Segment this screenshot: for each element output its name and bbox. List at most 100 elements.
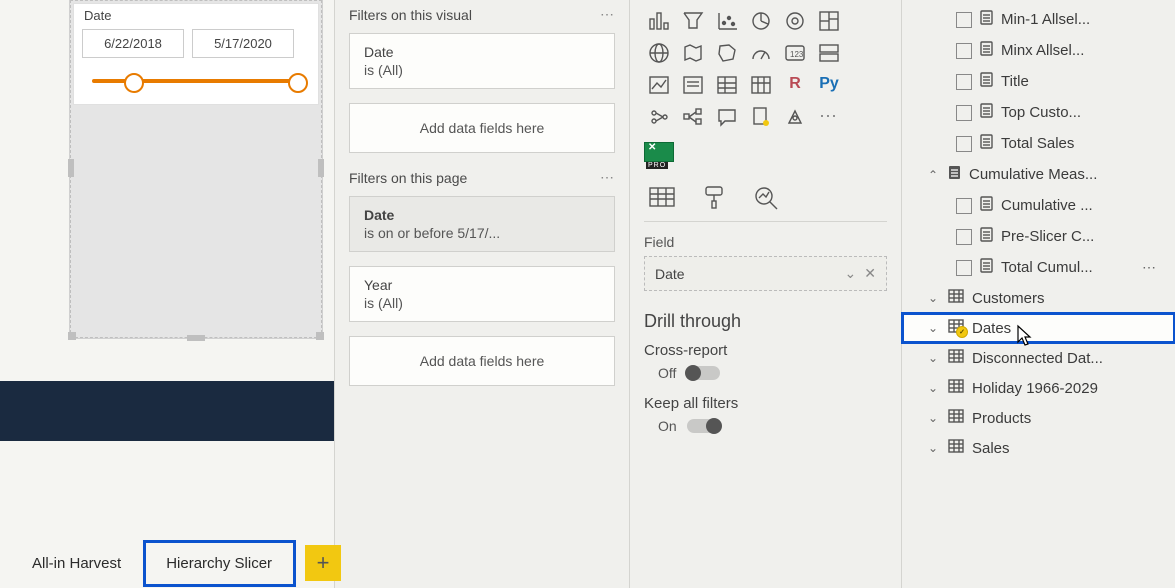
viz-decomposition-icon[interactable]	[678, 102, 708, 130]
viz-table-icon[interactable]	[712, 70, 742, 98]
field-well-date[interactable]: Date ⌄ ✕	[644, 256, 887, 291]
in-use-indicator-icon: ✓	[956, 326, 968, 338]
filter-drop-page[interactable]: Add data fields here	[349, 336, 615, 386]
table-header-sales[interactable]: ⌄ Sales	[902, 433, 1175, 463]
table-icon	[948, 349, 964, 367]
field-more-icon[interactable]: ⋯	[1142, 259, 1157, 276]
table-header-dates[interactable]: ⌄ ✓ Dates	[902, 313, 1175, 343]
tab-all-in-harvest[interactable]: All-in Harvest	[10, 541, 144, 586]
measure-icon	[980, 72, 993, 91]
viz-python-icon[interactable]: Py	[814, 70, 844, 98]
remove-field-icon[interactable]: ✕	[864, 265, 876, 282]
filters-on-page-header: Filters on this page	[349, 170, 467, 186]
chevron-down-icon[interactable]: ⌄	[926, 441, 940, 455]
field-item[interactable]: Minx Allsel...	[902, 35, 1175, 66]
filters-visual-more-icon[interactable]: ⋯	[600, 6, 615, 23]
viz-map-icon[interactable]	[644, 38, 674, 66]
filter-card-year-page[interactable]: Year is (All)	[349, 266, 615, 322]
table-header-products[interactable]: ⌄ Products	[902, 403, 1175, 433]
measure-icon	[980, 10, 993, 29]
tab-hierarchy-slicer[interactable]: Hierarchy Slicer	[144, 541, 295, 586]
keep-filters-toggle[interactable]	[687, 419, 721, 433]
field-item[interactable]: Pre-Slicer C...	[902, 221, 1175, 252]
checkbox[interactable]	[956, 105, 972, 121]
analytics-tab-icon[interactable]	[752, 184, 780, 213]
resize-handle-bl[interactable]	[68, 332, 76, 340]
viz-arcgis-icon[interactable]	[780, 102, 810, 130]
field-item[interactable]: Min-1 Allsel...	[902, 4, 1175, 35]
checkbox[interactable]	[956, 136, 972, 152]
range-knob-end[interactable]	[288, 73, 308, 93]
viz-slicer-icon[interactable]	[678, 70, 708, 98]
viz-card-icon[interactable]: 123	[780, 38, 810, 66]
chevron-up-icon[interactable]: ⌃	[926, 168, 940, 182]
checkbox[interactable]	[956, 198, 972, 214]
table-header-customers[interactable]: ⌄ Customers	[902, 283, 1175, 313]
measure-group-icon	[948, 165, 961, 184]
viz-filled-map-icon[interactable]	[678, 38, 708, 66]
viz-column-chart-icon[interactable]	[644, 6, 674, 34]
viz-matrix-icon[interactable]	[746, 70, 776, 98]
field-item[interactable]: Cumulative ...	[902, 190, 1175, 221]
resize-handle-left[interactable]	[68, 159, 74, 177]
zebrabi-pro-visual-icon[interactable]: PRO	[644, 140, 674, 164]
table-header-disconnected[interactable]: ⌄ Disconnected Dat...	[902, 343, 1175, 373]
measure-icon	[980, 103, 993, 122]
table-label: Disconnected Dat...	[972, 350, 1103, 367]
viz-scatter-icon[interactable]	[712, 6, 742, 34]
viz-funnel-icon[interactable]	[678, 6, 708, 34]
checkbox[interactable]	[956, 74, 972, 90]
field-item[interactable]: Top Custo...	[902, 97, 1175, 128]
viz-gauge-icon[interactable]	[746, 38, 776, 66]
chevron-down-icon[interactable]: ⌄	[926, 351, 940, 365]
viz-multirow-icon[interactable]	[814, 38, 844, 66]
fields-tab-icon[interactable]	[648, 184, 676, 213]
checkbox[interactable]	[956, 229, 972, 245]
filter-drop-visual[interactable]: Add data fields here	[349, 103, 615, 153]
format-tab-icon[interactable]	[700, 184, 728, 213]
table-header-cumulative[interactable]: ⌃ Cumulative Meas...	[902, 159, 1175, 190]
checkbox[interactable]	[956, 260, 972, 276]
viz-more-icon[interactable]: ⋯	[814, 102, 844, 130]
viz-donut-icon[interactable]	[780, 6, 810, 34]
viz-shape-map-icon[interactable]	[712, 38, 742, 66]
viz-treemap-icon[interactable]	[814, 6, 844, 34]
table-label: Customers	[972, 290, 1045, 307]
viz-key-influencers-icon[interactable]	[644, 102, 674, 130]
viz-r-script-icon[interactable]: R	[780, 70, 810, 98]
field-item-total-cumul[interactable]: Total Cumul... ⋯	[902, 252, 1175, 283]
chevron-down-icon[interactable]: ⌄	[845, 265, 857, 282]
viz-pie-icon[interactable]	[746, 6, 776, 34]
filter-card-date-page[interactable]: Date is on or before 5/17/...	[349, 196, 615, 252]
checkbox[interactable]	[956, 12, 972, 28]
field-label: Pre-Slicer C...	[1001, 228, 1094, 245]
measure-icon	[980, 227, 993, 246]
date-slicer-visual[interactable]: Date 6/22/2018 5/17/2020	[70, 0, 322, 338]
viz-paginated-icon[interactable]	[746, 102, 776, 130]
checkbox[interactable]	[956, 43, 972, 59]
chevron-down-icon[interactable]: ⌄	[926, 291, 940, 305]
viz-kpi-icon[interactable]	[644, 70, 674, 98]
resize-handle-bottom[interactable]	[187, 335, 205, 341]
table-header-holiday[interactable]: ⌄ Holiday 1966-2029	[902, 373, 1175, 403]
field-well-value: Date	[655, 266, 685, 282]
resize-handle-br[interactable]	[316, 332, 324, 340]
field-item[interactable]: Title	[902, 66, 1175, 97]
keep-filters-state: On	[658, 418, 677, 434]
filter-subtitle: is on or before 5/17/...	[364, 225, 600, 241]
add-page-button[interactable]: +	[305, 545, 341, 581]
field-item[interactable]: Total Sales	[902, 128, 1175, 159]
range-knob-start[interactable]	[124, 73, 144, 93]
chevron-down-icon[interactable]: ⌄	[926, 321, 940, 335]
slicer-start-date[interactable]: 6/22/2018	[82, 29, 184, 58]
chevron-down-icon[interactable]: ⌄	[926, 411, 940, 425]
resize-handle-right[interactable]	[318, 159, 324, 177]
table-icon	[948, 289, 964, 307]
slicer-end-date[interactable]: 5/17/2020	[192, 29, 294, 58]
filter-card-date-visual[interactable]: Date is (All)	[349, 33, 615, 89]
cross-report-toggle[interactable]	[686, 366, 720, 380]
filters-page-more-icon[interactable]: ⋯	[600, 169, 615, 186]
date-range-slider[interactable]	[86, 68, 306, 92]
chevron-down-icon[interactable]: ⌄	[926, 381, 940, 395]
viz-qna-icon[interactable]	[712, 102, 742, 130]
